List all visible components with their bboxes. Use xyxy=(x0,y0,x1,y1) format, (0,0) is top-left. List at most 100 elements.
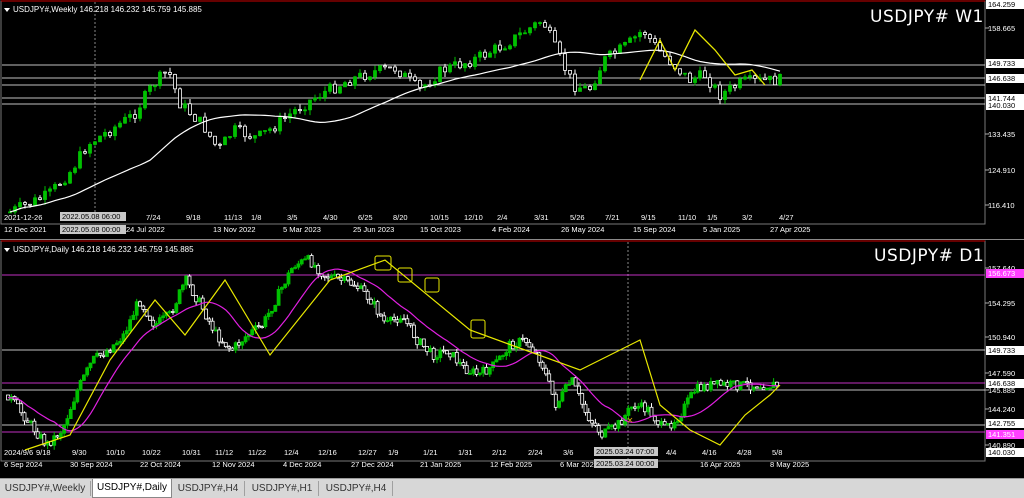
daily-candle xyxy=(279,287,284,290)
daily-candle xyxy=(68,409,73,420)
weekly-candle xyxy=(203,116,207,133)
tab-usdjpy-weekly[interactable]: USDJPY#,Weekly xyxy=(0,481,91,496)
daily-candle xyxy=(758,387,763,390)
daily-candle xyxy=(355,285,360,290)
daily-candle xyxy=(662,421,667,426)
daily-candle xyxy=(702,384,707,392)
weekly-candle xyxy=(338,86,342,94)
daily-candle xyxy=(312,265,317,268)
weekly-candle xyxy=(603,56,607,72)
weekly-corner-label: 2021-12-26 xyxy=(4,213,42,222)
daily-date-label-6: 21 Jan 2025 xyxy=(420,460,461,469)
daily-time-label-9: 12/27 xyxy=(358,448,377,457)
daily-time-label-2: 10/10 xyxy=(106,448,125,457)
daily-candle xyxy=(474,368,479,375)
weekly-price-label-2: 149.733 xyxy=(988,59,1015,68)
weekly-price-label-0: 164.259 xyxy=(988,0,1015,9)
daily-candle xyxy=(530,346,535,353)
weekly-candle xyxy=(123,116,127,124)
weekly-candle xyxy=(453,61,457,66)
daily-candle xyxy=(210,320,215,331)
daily-time-label-17: 4/4 xyxy=(666,448,676,457)
weekly-candle xyxy=(743,76,747,80)
weekly-date-label-3: 13 Nov 2022 xyxy=(213,225,256,234)
weekly-candle xyxy=(18,202,22,208)
daily-candle xyxy=(385,320,390,323)
weekly-candle xyxy=(478,51,482,58)
dropdown-triangle-icon[interactable] xyxy=(4,7,10,12)
weekly-time-label-3: 9/18 xyxy=(186,213,201,222)
weekly-candle xyxy=(398,70,402,78)
weekly-candle xyxy=(493,44,497,54)
daily-candle xyxy=(19,403,24,414)
weekly-candle xyxy=(403,72,407,78)
daily-candle xyxy=(131,314,136,321)
weekly-chart[interactable]: 164.259158.665149.733146.638141.744140.0… xyxy=(0,0,1024,240)
daily-candle xyxy=(82,374,86,381)
daily-candle xyxy=(629,406,634,409)
weekly-candle xyxy=(393,66,397,72)
daily-candle xyxy=(567,383,571,386)
daily-candle xyxy=(250,329,255,336)
weekly-candle xyxy=(343,82,347,88)
daily-time-label-1: 9/30 xyxy=(72,448,87,457)
daily-candle xyxy=(715,379,720,385)
daily-candle xyxy=(544,367,548,375)
weekly-candle xyxy=(373,70,377,78)
weekly-time-label-15: 7/21 xyxy=(605,213,620,222)
weekly-chart-pane[interactable]: 164.259 158.665 149.733 146.638 141.744 140.0… xyxy=(0,0,1024,240)
daily-candle xyxy=(65,418,70,426)
daily-candle xyxy=(227,346,232,349)
daily-candle xyxy=(722,382,726,386)
daily-candle xyxy=(263,316,268,328)
daily-candle xyxy=(151,319,156,327)
daily-candle xyxy=(345,276,350,281)
weekly-candle xyxy=(488,52,492,58)
daily-candle xyxy=(217,329,222,343)
daily-candle xyxy=(570,377,575,385)
daily-candle xyxy=(603,428,608,438)
daily-candle xyxy=(362,285,367,292)
weekly-candle xyxy=(773,75,777,86)
daily-candle xyxy=(124,330,129,335)
daily-candle xyxy=(101,354,106,357)
weekly-candle xyxy=(53,183,57,190)
daily-candle xyxy=(659,421,664,425)
weekly-date-label-11: 27 Apr 2025 xyxy=(770,225,810,234)
tab-usdjpy-h4-2[interactable]: USDJPY#,H4 xyxy=(320,481,393,496)
daily-chart-pane[interactable]: ✕ 157.640 156.673 154.295 150.940 149.733 147.… xyxy=(0,240,1024,478)
tab-usdjpy-h1[interactable]: USDJPY#,H1 xyxy=(246,481,319,496)
weekly-candle xyxy=(193,114,197,122)
tab-usdjpy-h4[interactable]: USDJPY#,H4 xyxy=(172,481,245,496)
daily-candle xyxy=(633,406,637,409)
daily-candle xyxy=(147,315,152,321)
daily-candle xyxy=(415,337,420,346)
weekly-candle xyxy=(178,88,182,109)
daily-candle xyxy=(115,342,119,346)
weekly-date-label-9: 15 Sep 2024 xyxy=(633,225,676,234)
daily-candle xyxy=(613,424,618,429)
daily-candle xyxy=(118,340,123,344)
daily-marker-icon: ✕ xyxy=(627,416,634,425)
weekly-candle xyxy=(768,75,772,81)
weekly-candle xyxy=(103,132,107,137)
weekly-candle xyxy=(223,136,227,146)
weekly-candle xyxy=(218,143,222,146)
daily-candle xyxy=(666,423,670,426)
weekly-candle xyxy=(323,90,327,98)
mt4-terminal: 164.259 158.665 149.733 146.638 141.744 140.0… xyxy=(0,0,1024,498)
daily-candle xyxy=(25,420,30,423)
weekly-candle xyxy=(528,27,532,34)
daily-chart[interactable]: ✕157.640156.673154.295150.940149.733147.… xyxy=(0,240,1024,478)
dropdown-triangle-icon[interactable] xyxy=(4,247,10,252)
daily-candle xyxy=(705,384,710,391)
weekly-candle xyxy=(118,122,122,128)
daily-candle xyxy=(577,385,581,394)
weekly-candle xyxy=(368,76,372,81)
weekly-candle xyxy=(703,70,707,79)
tab-usdjpy-daily[interactable]: USDJPY#,Daily xyxy=(92,479,172,498)
daily-candle xyxy=(375,301,380,315)
daily-candle xyxy=(507,340,512,354)
weekly-candle xyxy=(38,197,42,200)
daily-date-label-1: 30 Sep 2024 xyxy=(70,460,113,469)
